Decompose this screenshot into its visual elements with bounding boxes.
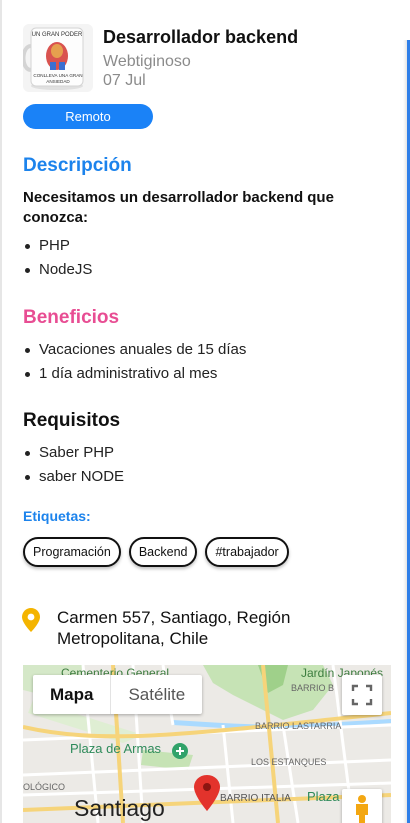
- post-date: 07 Jul: [103, 72, 146, 89]
- map-label-lastarria: BARRIO LASTARRIA: [255, 721, 342, 731]
- modality-chip: Remoto: [23, 104, 153, 129]
- map-label-plaza: Plaza: [307, 789, 340, 804]
- map-type-control: Mapa Satélite: [33, 675, 203, 714]
- bullet: [25, 267, 30, 273]
- list-item: 1 día administrativo al mes: [23, 362, 246, 386]
- mug-image: UN GRAN PODER CONLLEVA UNA GRAN ANSIEDAD: [23, 27, 84, 90]
- location-address: Carmen 557, Santiago, Región Metropolita…: [57, 608, 291, 648]
- fullscreen-button[interactable]: [342, 675, 382, 715]
- map-label-ologico: OLÓGICO: [23, 782, 66, 792]
- list-item-text: saber NODE: [39, 468, 125, 485]
- requirements-heading: Requisitos: [23, 410, 121, 431]
- tag-chip-trabajador[interactable]: #trabajador: [205, 537, 289, 567]
- map-tab-mapa[interactable]: Mapa: [33, 675, 112, 714]
- map-label-city: Santiago: [74, 795, 165, 821]
- map-label-barrio-italia: BARRIO ITALIA: [220, 793, 291, 804]
- list-item: PHP: [23, 234, 92, 258]
- description-list: PHP NodeJS: [23, 234, 92, 282]
- list-item-text: NodeJS: [39, 261, 93, 278]
- bullet: [25, 450, 30, 456]
- list-item: NodeJS: [23, 258, 92, 282]
- list-item: Saber PHP: [23, 441, 124, 465]
- location-pin-icon: [22, 608, 40, 632]
- requirements-list: Saber PHP saber NODE: [23, 441, 124, 489]
- benefits-heading: Beneficios: [23, 307, 120, 328]
- fullscreen-icon: [351, 684, 373, 706]
- list-item-text: 1 día administrativo al mes: [39, 365, 218, 382]
- map-label-barrio-b: BARRIO B: [291, 683, 335, 693]
- location-map[interactable]: Cementerio General Jardín Japonés BARRIO…: [23, 665, 391, 823]
- mug-text-top: UN GRAN PODER: [32, 32, 83, 38]
- job-detail-card: UN GRAN PODER CONLLEVA UNA GRAN ANSIEDAD…: [0, 0, 410, 823]
- bullet: [25, 243, 30, 249]
- tags-label: Etiquetas:: [23, 508, 91, 524]
- street-view-button[interactable]: [342, 789, 382, 823]
- description-intro: Necesitamos un desarrollador backend que…: [23, 189, 334, 226]
- bullet: [25, 474, 30, 480]
- pegman-icon: [356, 795, 368, 823]
- bullet: [25, 371, 30, 377]
- map-label-plaza-armas: Plaza de Armas: [70, 741, 162, 756]
- mug-text-bottom: CONLLEVA UNA GRAN: [33, 73, 82, 78]
- list-item-text: Vacaciones anuales de 15 días: [39, 341, 247, 358]
- map-label-estanques: LOS ESTANQUES: [251, 757, 327, 767]
- map-tab-satelite[interactable]: Satélite: [111, 675, 202, 714]
- bullet: [25, 347, 30, 353]
- company-name: Webtiginoso: [103, 53, 191, 70]
- list-item: Vacaciones anuales de 15 días: [23, 338, 246, 362]
- list-item-text: PHP: [39, 237, 70, 254]
- list-item: saber NODE: [23, 465, 124, 489]
- description-heading: Descripción: [23, 155, 132, 176]
- job-thumbnail: UN GRAN PODER CONLLEVA UNA GRAN ANSIEDAD: [23, 24, 93, 92]
- tag-list: Programación Backend #trabajador: [23, 537, 289, 567]
- list-item-text: Saber PHP: [39, 444, 115, 461]
- benefits-list: Vacaciones anuales de 15 días 1 día admi…: [23, 338, 246, 386]
- job-title: Desarrollador backend: [103, 27, 299, 47]
- tag-chip-backend[interactable]: Backend: [128, 537, 198, 567]
- card-left-border: [0, 0, 2, 823]
- mug-text-bottom-2: ANSIEDAD: [46, 79, 70, 84]
- tag-chip-programacion[interactable]: Programación: [23, 537, 121, 567]
